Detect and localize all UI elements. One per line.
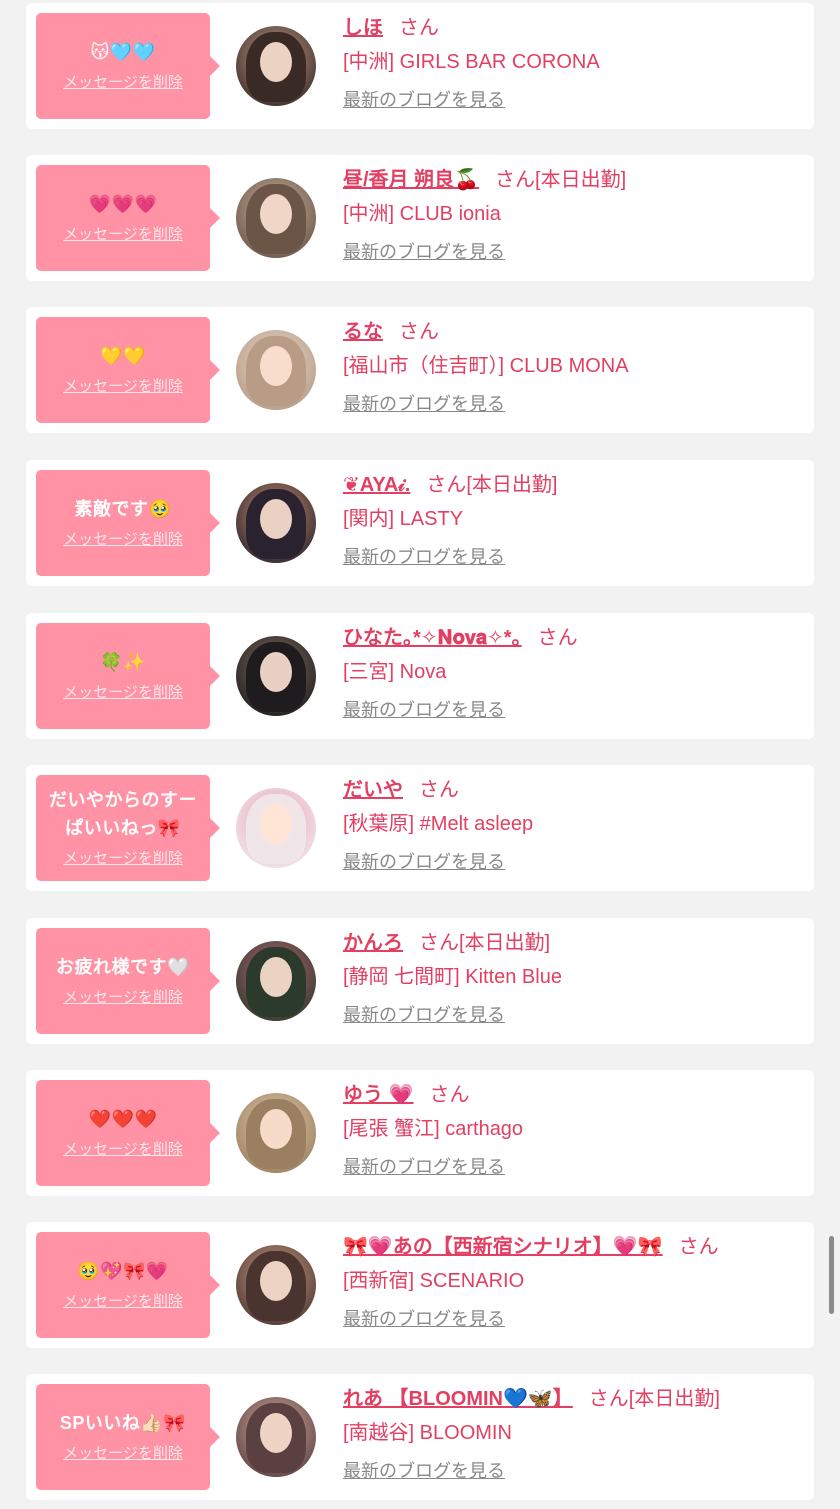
list-item: SPいいね👍🏻🎀 メッセージを削除 れあ 【BLOOMIN💙🦋】 さん[本日出勤]… [26,1374,814,1500]
delete-message-link[interactable]: メッセージを削除 [42,224,204,246]
message-text: 素敵です🥹 [74,499,172,519]
latest-blog-link[interactable]: 最新のブログを見る [343,1002,505,1028]
cast-name-link[interactable]: ❦AYA𝒾. [343,474,410,496]
cast-name-link[interactable]: かんろ [343,932,403,954]
shop-name: [中洲] CLUB ionia [343,203,501,225]
message-bubble: 💗💗💗 メッセージを削除 [36,165,220,271]
avatar[interactable] [236,26,316,106]
delete-message-link[interactable]: メッセージを削除 [42,987,204,1009]
message-text: 🍀✨ [100,652,146,672]
message-bubble: 素敵です🥹 メッセージを削除 [36,470,220,576]
delete-message-link[interactable]: メッセージを削除 [42,1443,204,1465]
message-text: SPいいね👍🏻🎀 [59,1413,187,1433]
avatar[interactable] [236,330,316,410]
list-item: 🍀✨ メッセージを削除 ひなた｡*✧𝐍𝐨𝐯𝐚✧*｡ さん [三宮] Nova 最新… [26,613,814,739]
today-status: [本日出勤] [459,932,551,954]
shop-name: [福山市（住吉町）] CLUB MONA [343,355,629,377]
cast-name-link[interactable]: しほ [343,17,383,39]
latest-blog-link[interactable]: 最新のブログを見る [343,1458,505,1484]
shop-name: [関内] LASTY [343,508,464,530]
delete-message-link[interactable]: メッセージを削除 [42,72,204,94]
list-item: 💗💗💗 メッセージを削除 昼/香月 朔良🍒 さん[本日出勤] [中洲] CLUB … [26,155,814,281]
message-bubble: 😽🩵🩵 メッセージを削除 [36,13,220,119]
san-suffix: さん [678,1236,719,1258]
cast-name-link[interactable]: 昼/香月 朔良🍒 [343,169,479,191]
latest-blog-link[interactable]: 最新のブログを見る [343,544,505,570]
shop-name: [静岡 七間町] Kitten Blue [343,966,562,988]
delete-message-link[interactable]: メッセージを削除 [42,376,204,398]
latest-blog-link[interactable]: 最新のブログを見る [343,239,505,265]
message-text: 💛💛 [100,346,146,366]
san-suffix: さん [399,321,439,343]
message-bubble: お疲れ様です🤍 メッセージを削除 [36,928,220,1034]
avatar[interactable] [236,941,316,1021]
delete-message-link[interactable]: メッセージを削除 [42,848,204,870]
san-suffix: さん [399,17,439,39]
shop-name: [三宮] Nova [343,661,447,683]
san-suffix: さん [429,1084,470,1106]
list-item: だいやからのすー ぱいいねっ🎀 メッセージを削除 だいや さん [秋葉原] #Me… [26,765,814,891]
avatar[interactable] [236,483,316,563]
message-bubble: だいやからのすー ぱいいねっ🎀 メッセージを削除 [36,775,220,881]
list-item: 💛💛 メッセージを削除 るな さん [福山市（住吉町）] CLUB MONA 最新… [26,307,814,433]
cast-name-link[interactable]: 🎀💗あの【西新宿シナリオ】💗🎀 [343,1236,663,1258]
latest-blog-link[interactable]: 最新のブログを見る [343,391,505,417]
message-text: 🥹💖🎀💗 [77,1261,169,1281]
latest-blog-link[interactable]: 最新のブログを見る [343,697,505,723]
delete-message-link[interactable]: メッセージを削除 [42,1139,204,1161]
latest-blog-link[interactable]: 最新のブログを見る [343,849,505,875]
message-text: 😽🩵🩵 [90,42,156,62]
message-bubble: 🍀✨ メッセージを削除 [36,623,220,729]
latest-blog-link[interactable]: 最新のブログを見る [343,87,505,113]
cast-name-link[interactable]: るな [343,321,383,343]
san-suffix: さん [419,932,459,954]
avatar[interactable] [236,1397,316,1477]
shop-name: [中洲] GIRLS BAR CORONA [343,51,600,73]
today-status: [本日出勤] [628,1388,720,1410]
list-item: ❤️❤️❤️ メッセージを削除 ゆう 💗 さん [尾張 蟹江] carthago … [26,1070,814,1196]
avatar[interactable] [236,788,316,868]
scrollbar-thumb[interactable] [829,1236,834,1314]
message-bubble: SPいいね👍🏻🎀 メッセージを削除 [36,1384,220,1490]
delete-message-link[interactable]: メッセージを削除 [42,529,204,551]
list-item: 素敵です🥹 メッセージを削除 ❦AYA𝒾. さん[本日出勤] [関内] LASTY… [26,460,814,586]
avatar[interactable] [236,178,316,258]
san-suffix: さん [537,627,578,649]
message-list: 😽🩵🩵 メッセージを削除 しほ さん [中洲] GIRLS BAR CORONA … [0,0,840,1509]
san-suffix: さん [495,169,536,191]
message-text: ❤️❤️❤️ [88,1109,158,1129]
today-status: [本日出勤] [535,169,627,191]
san-suffix: さん [419,779,459,801]
san-suffix: さん [588,1388,629,1410]
message-bubble: ❤️❤️❤️ メッセージを削除 [36,1080,220,1186]
avatar[interactable] [236,636,316,716]
cast-name-link[interactable]: だいや [343,779,403,801]
shop-name: [尾張 蟹江] carthago [343,1118,524,1140]
message-bubble: 💛💛 メッセージを削除 [36,317,220,423]
message-bubble: 🥹💖🎀💗 メッセージを削除 [36,1232,220,1338]
message-text: お疲れ様です🤍 [56,957,190,977]
message-text: 💗💗💗 [88,194,158,214]
latest-blog-link[interactable]: 最新のブログを見る [343,1306,505,1332]
list-item: お疲れ様です🤍 メッセージを削除 かんろ さん[本日出勤] [静岡 七間町] Ki… [26,918,814,1044]
cast-name-link[interactable]: ゆう 💗 [343,1084,413,1106]
san-suffix: さん [426,474,467,496]
avatar[interactable] [236,1245,316,1325]
avatar[interactable] [236,1093,316,1173]
message-text: だいやからのすー ぱいいねっ🎀 [49,790,197,838]
delete-message-link[interactable]: メッセージを削除 [42,1291,204,1313]
cast-name-link[interactable]: れあ 【BLOOMIN💙🦋】 [343,1388,573,1410]
shop-name: [西新宿] SCENARIO [343,1270,525,1292]
shop-name: [南越谷] BLOOMIN [343,1422,512,1444]
shop-name: [秋葉原] #Melt asleep [343,813,534,835]
delete-message-link[interactable]: メッセージを削除 [42,682,204,704]
cast-name-link[interactable]: ひなた｡*✧𝐍𝐨𝐯𝐚✧*｡ [343,627,522,649]
list-item: 🥹💖🎀💗 メッセージを削除 🎀💗あの【西新宿シナリオ】💗🎀 さん [西新宿] SC… [26,1222,814,1348]
today-status: [本日出勤] [466,474,558,496]
list-item: 😽🩵🩵 メッセージを削除 しほ さん [中洲] GIRLS BAR CORONA … [26,3,814,129]
latest-blog-link[interactable]: 最新のブログを見る [343,1154,505,1180]
